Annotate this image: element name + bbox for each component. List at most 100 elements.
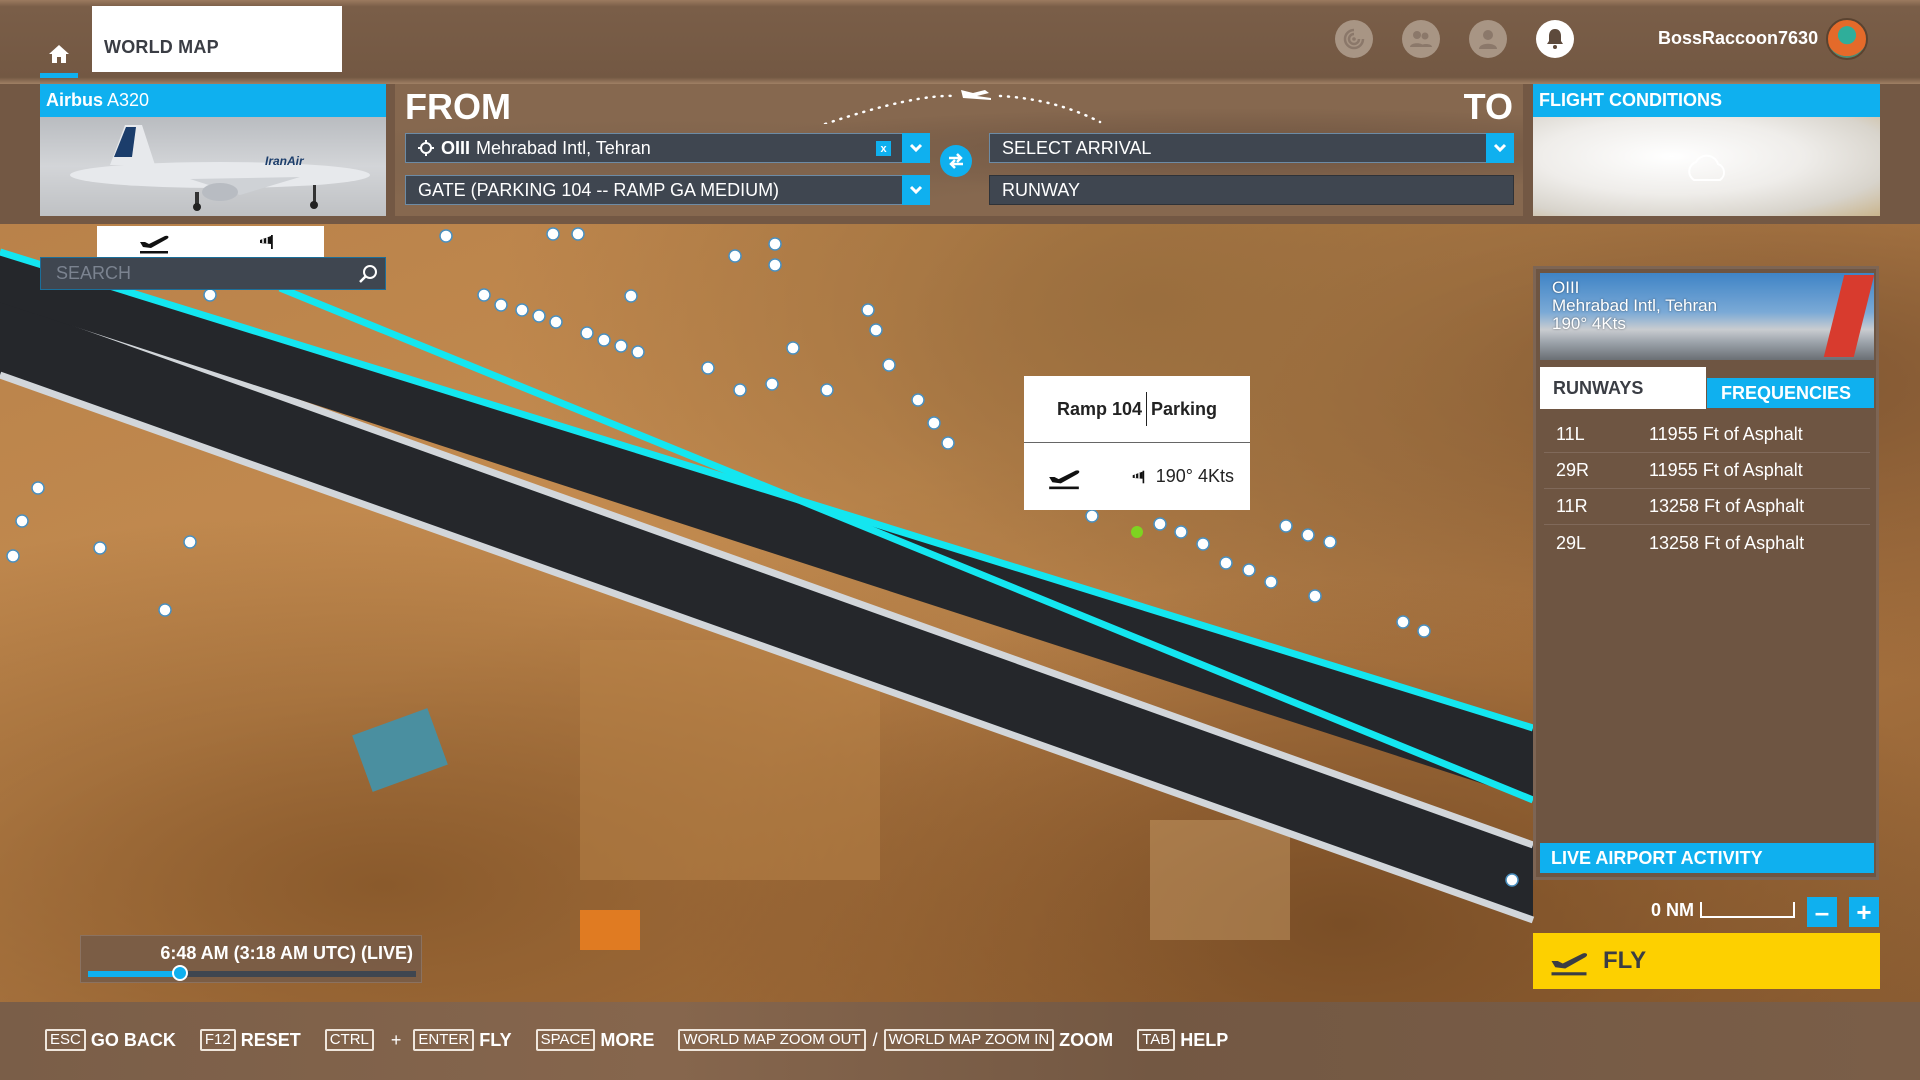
parking-spot[interactable]	[597, 333, 611, 347]
parking-spot[interactable]	[203, 288, 217, 302]
tab-frequencies[interactable]: FREQUENCIES	[1707, 378, 1874, 408]
parking-spot[interactable]	[1396, 615, 1410, 629]
parking-spot[interactable]	[733, 383, 747, 397]
arrival-dropdown-button[interactable]	[1486, 133, 1514, 163]
runway-id: 11L	[1556, 424, 1585, 444]
parking-spot[interactable]	[614, 339, 628, 353]
notifications-button[interactable]	[1536, 20, 1574, 58]
parking-spot[interactable]	[941, 436, 955, 450]
time-slider[interactable]	[88, 965, 416, 981]
parking-spot[interactable]	[31, 481, 45, 495]
parking-spot[interactable]	[494, 298, 508, 312]
parking-spot[interactable]	[15, 514, 29, 528]
parking-spot[interactable]	[571, 227, 585, 241]
parking-spot[interactable]	[1242, 563, 1256, 577]
parking-spot[interactable]	[624, 289, 638, 303]
live-airport-activity-button[interactable]: LIVE AIRPORT ACTIVITY	[1540, 843, 1874, 873]
runway-row[interactable]: 11L 11955 Ft of Asphalt	[1544, 417, 1870, 453]
parking-spot[interactable]	[911, 393, 925, 407]
parking-spot[interactable]	[1174, 525, 1188, 539]
parking-spot[interactable]	[631, 345, 645, 359]
parking-spot[interactable]	[1308, 589, 1322, 603]
swap-route-button[interactable]	[940, 145, 972, 177]
parking-spot[interactable]	[477, 288, 491, 302]
departure-spot-field[interactable]: GATE (PARKING 104 -- RAMP GA MEDIUM)	[405, 175, 930, 205]
departure-spot-dropdown-button[interactable]	[902, 175, 930, 205]
parking-spot[interactable]	[1219, 556, 1233, 570]
aircraft-selection-panel[interactable]: Airbus A320 IranAir	[40, 84, 386, 216]
runway-row[interactable]: 11R 13258 Ft of Asphalt	[1544, 489, 1870, 525]
parking-spot[interactable]	[158, 603, 172, 617]
departure-airport-field[interactable]: OIII Mehrabad Intl, Tehran x	[405, 133, 930, 163]
search-icon[interactable]	[357, 263, 379, 285]
tab-departure[interactable]	[97, 226, 211, 258]
parking-spot[interactable]	[768, 258, 782, 272]
clear-departure-button[interactable]: x	[876, 141, 891, 156]
hint-zoom[interactable]: WORLD MAP ZOOM OUT / WORLD MAP ZOOM IN Z…	[678, 1029, 1113, 1051]
parking-spot[interactable]	[1505, 873, 1519, 887]
parking-spot[interactable]	[820, 383, 834, 397]
runway-row[interactable]: 29R 11955 Ft of Asphalt	[1544, 453, 1870, 489]
parking-spot[interactable]	[580, 326, 594, 340]
parking-spot[interactable]	[515, 303, 529, 317]
tab-runways[interactable]: RUNWAYS	[1540, 367, 1706, 409]
time-slider-fill	[88, 971, 180, 977]
arrival-airport-field[interactable]: SELECT ARRIVAL	[989, 133, 1514, 163]
parking-spot[interactable]	[1301, 528, 1315, 542]
username[interactable]: BossRaccoon7630	[1658, 28, 1818, 49]
parking-spot[interactable]	[439, 229, 453, 243]
selected-parking-spot[interactable]	[1131, 526, 1143, 538]
friends-button[interactable]	[1402, 20, 1440, 58]
parking-spot[interactable]	[1417, 624, 1431, 638]
parking-spot[interactable]	[93, 541, 107, 555]
parking-spot[interactable]	[786, 341, 800, 355]
avatar[interactable]	[1826, 18, 1868, 60]
zoom-in-button[interactable]: +	[1849, 897, 1879, 927]
arrival-spot-field[interactable]: RUNWAY	[989, 175, 1514, 205]
parking-spot[interactable]	[882, 358, 896, 372]
departure-dropdown-button[interactable]	[902, 133, 930, 163]
swap-arrows-icon	[949, 153, 963, 169]
parking-spot[interactable]	[549, 315, 563, 329]
time-slider-thumb[interactable]	[171, 965, 188, 981]
aircraft-make: Airbus	[46, 90, 104, 110]
parking-spot[interactable]	[765, 377, 779, 391]
hint-fly[interactable]: CTRL + ENTER FLY	[324, 1029, 512, 1051]
parking-spot[interactable]	[701, 361, 715, 375]
top-bar: WORLD MAP BossRaccoon7630	[0, 0, 1920, 84]
parking-info-popup[interactable]: Ramp 104 Parking 190° 4Kts	[1024, 376, 1250, 510]
fly-button[interactable]: FLY	[1533, 933, 1880, 989]
tab-world-map[interactable]: WORLD MAP	[92, 6, 342, 72]
hint-more[interactable]: SPACE MORE	[535, 1029, 654, 1051]
parking-spot[interactable]	[1279, 519, 1293, 533]
parking-spot[interactable]	[6, 549, 20, 563]
livery-text: IranAir	[265, 154, 305, 168]
parking-spot[interactable]	[1323, 535, 1337, 549]
parking-spot[interactable]	[546, 227, 560, 241]
parking-spot[interactable]	[1153, 517, 1167, 531]
home-button[interactable]	[40, 36, 78, 78]
search-input[interactable]	[56, 263, 346, 284]
hint-help[interactable]: TAB HELP	[1137, 1029, 1228, 1051]
parking-spot[interactable]	[1196, 537, 1210, 551]
hint-go-back[interactable]: ESC GO BACK	[45, 1029, 176, 1051]
parking-spot[interactable]	[183, 535, 197, 549]
parking-spot[interactable]	[768, 237, 782, 251]
parking-spot[interactable]	[869, 323, 883, 337]
profile-button[interactable]	[1469, 20, 1507, 58]
parking-spot[interactable]	[927, 416, 941, 430]
hint-reset[interactable]: F12 RESET	[199, 1029, 301, 1051]
parking-spot[interactable]	[1085, 509, 1099, 523]
map-search[interactable]	[40, 257, 386, 290]
flight-conditions-panel[interactable]: FLIGHT CONDITIONS	[1533, 84, 1880, 216]
runway-row[interactable]: 29L 13258 Ft of Asphalt	[1544, 525, 1870, 561]
parking-spot[interactable]	[728, 249, 742, 263]
parking-spot[interactable]	[532, 309, 546, 323]
activity-button[interactable]	[1335, 20, 1373, 58]
parking-spot[interactable]	[1264, 575, 1278, 589]
apron-area	[1150, 820, 1290, 940]
zoom-out-button[interactable]: –	[1807, 897, 1837, 927]
parking-spot[interactable]	[861, 303, 875, 317]
set-departure-icon[interactable]	[1046, 464, 1082, 490]
tab-wind[interactable]	[211, 226, 325, 258]
